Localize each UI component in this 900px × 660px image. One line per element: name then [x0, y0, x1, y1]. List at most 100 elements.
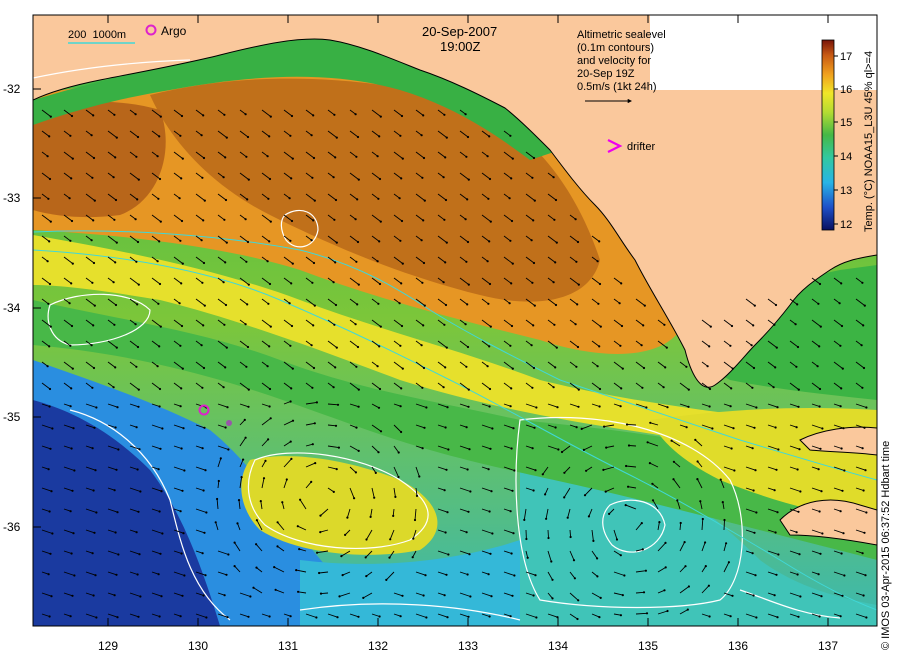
lon-label: 133: [458, 639, 478, 653]
velocity-arrow-head: [137, 615, 140, 618]
velocity-arrow-head: [755, 616, 758, 619]
velocity-arrow-head: [531, 176, 534, 179]
velocity-arrow-head: [92, 489, 95, 492]
velocity-arrow-head: [369, 515, 372, 519]
velocity-arrow-head: [356, 198, 359, 201]
velocity-arrow-head: [424, 574, 427, 577]
velocity-arrow-head: [534, 469, 537, 472]
velocity-arrow-head: [205, 616, 208, 619]
velocity-arrow-head: [513, 574, 516, 577]
velocity-arrow-head: [95, 406, 98, 409]
velocity-arrow-head: [644, 569, 648, 572]
altimetry-line: 0.5m/s (1kt 24h): [577, 81, 656, 93]
velocity-arrow-head: [707, 584, 711, 587]
velocity-arrow-head: [48, 615, 51, 618]
velocity-arrow-head: [664, 541, 667, 545]
velocity-arrow-head: [840, 387, 843, 390]
velocity-arrow-head: [159, 325, 162, 328]
velocity-arrow-head: [861, 386, 864, 389]
velocity-arrow-head: [135, 260, 138, 263]
velocity-arrow-head: [704, 541, 707, 544]
velocity-arrow-head: [400, 114, 404, 118]
velocity-arrow-head: [69, 615, 72, 618]
velocity-arrow-head: [602, 468, 605, 471]
velocity-arrow-head: [161, 427, 164, 430]
velocity-arrow-head: [696, 478, 699, 481]
altimetry-line: and velocity for: [577, 55, 651, 67]
velocity-arrow-head: [226, 406, 229, 409]
lon-label: 130: [188, 639, 208, 653]
velocity-arrow-head: [357, 615, 360, 618]
velocity-arrow-head: [840, 552, 843, 555]
velocity-arrow-head: [134, 113, 137, 116]
velocity-arrow-head: [553, 323, 556, 326]
velocity-arrow-head: [776, 406, 779, 409]
velocity-arrow-head: [357, 449, 360, 452]
velocity-arrow-head: [180, 177, 183, 180]
velocity-arrow-head: [531, 386, 534, 389]
velocity-arrow-head: [47, 573, 50, 576]
velocity-arrow-head: [575, 426, 578, 429]
velocity-arrow-head: [203, 531, 206, 534]
velocity-arrow-head: [290, 387, 293, 390]
velocity-arrow-head: [399, 344, 402, 347]
velocity-arrow-head: [289, 400, 292, 403]
velocity-arrow-head: [356, 303, 359, 306]
map-area[interactable]: [33, 15, 877, 626]
velocity-arrow-head: [249, 595, 252, 598]
velocity-arrow-head: [422, 324, 425, 327]
velocity-arrow-head: [376, 155, 379, 158]
velocity-arrow-head: [488, 387, 492, 391]
velocity-arrow-head: [445, 468, 448, 471]
velocity-arrow-head: [312, 219, 315, 222]
velocity-arrow-head: [465, 260, 468, 263]
velocity-arrow-head: [819, 552, 822, 555]
velocity-arrow-head: [399, 405, 402, 408]
velocity-arrow-head: [158, 177, 162, 181]
velocity-arrow-head: [532, 594, 535, 597]
velocity-arrow-head: [158, 510, 161, 513]
velocity-arrow-head: [687, 585, 691, 588]
velocity-arrow-head: [289, 134, 292, 137]
velocity-arrow-head: [202, 219, 205, 222]
velocity-arrow-head: [180, 387, 183, 390]
velocity-arrow-head: [180, 552, 183, 555]
velocity-arrow-head: [247, 388, 250, 391]
velocity-arrow-head: [90, 239, 93, 242]
velocity-arrow-head: [318, 571, 321, 575]
velocity-arrow-head: [93, 199, 96, 202]
lon-label: 132: [368, 639, 388, 653]
velocity-arrow-head: [319, 592, 323, 595]
velocity-arrow-head: [530, 344, 533, 347]
velocity-arrow-head: [585, 469, 588, 472]
velocity-arrow-head: [116, 616, 119, 619]
velocity-arrow-head: [755, 406, 758, 409]
velocity-arrow-head: [821, 427, 824, 430]
velocity-arrow-head: [314, 462, 317, 465]
velocity-arrow-head: [401, 157, 404, 160]
argo-float-track[interactable]: [226, 420, 232, 426]
velocity-arrow-head: [627, 485, 630, 488]
velocity-arrow-head: [862, 594, 865, 597]
velocity-arrow-head: [311, 281, 314, 284]
velocity-arrow-head: [394, 495, 397, 498]
velocity-arrow-head: [704, 565, 707, 568]
velocity-arrow-head: [750, 344, 753, 347]
velocity-arrow-head: [422, 156, 426, 160]
velocity-arrow-head: [445, 346, 448, 349]
velocity-arrow-head: [401, 594, 404, 597]
velocity-arrow-head: [553, 218, 556, 221]
velocity-arrow-head: [46, 155, 49, 158]
lat-label: -32: [3, 82, 21, 96]
velocity-arrow-head: [72, 532, 75, 535]
velocity-arrow-head: [510, 387, 513, 390]
velocity-arrow-head: [158, 345, 161, 348]
velocity-arrow-head: [487, 573, 490, 576]
velocity-arrow-head: [355, 426, 358, 429]
velocity-arrow-head: [420, 239, 423, 242]
velocity-arrow-head: [532, 261, 536, 265]
velocity-arrow-head: [379, 325, 382, 328]
velocity-arrow-head: [733, 469, 736, 472]
velocity-arrow-head: [532, 366, 536, 370]
velocity-arrow-head: [134, 323, 137, 326]
